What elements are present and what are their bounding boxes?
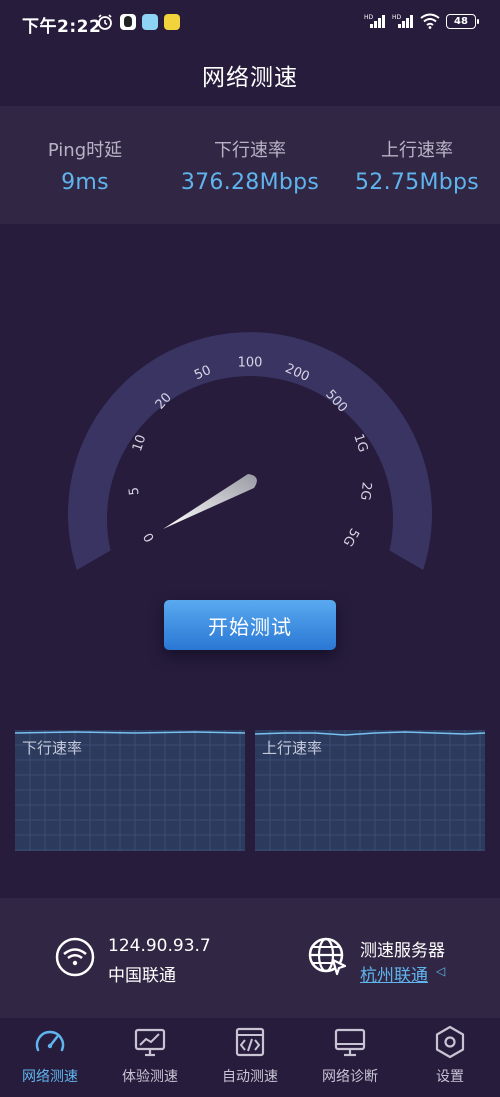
tab-settings[interactable]: 设置 [410,1024,490,1086]
status-bar: 下午2:22 HD HD 48 [0,0,500,46]
app-icon-blue [142,14,158,30]
gauge-tick-label: 5G [339,525,361,548]
svg-text:HD: HD [392,14,402,21]
isp-name: 中国联通 [108,966,176,986]
stats-panel: Ping时延 9ms 下行速率 376.28Mbps 上行速率 52.75Mbp… [0,106,500,224]
upload-chart: 上行速率 [255,730,485,851]
monitor-chart-icon [134,1028,166,1057]
server-name-link[interactable]: 杭州联通 [360,961,428,986]
download-chart-label: 下行速率 [22,739,83,757]
tab-label: 体验测速 [122,1069,178,1085]
upload-label: 上行速率 [381,140,453,161]
notification-icons [96,13,180,31]
tab-auto-speed[interactable]: 自动测速 [210,1024,290,1086]
stat-download: 下行速率 376.28Mbps [165,136,335,195]
upload-chart-label: 上行速率 [262,739,323,757]
status-time: 下午2:22 [22,17,102,37]
speed-gauge: 05102050 100 2005001G2G5G [68,332,433,570]
stat-ping: Ping时延 9ms [0,136,170,195]
server-title: 测速服务器 [360,941,445,961]
ping-value: 9ms [61,170,109,195]
network-info-panel: 124.90.93.7 中国联通 测速服务器 杭州联通 ◁ [0,898,500,1018]
signal-icon-2: HD [392,14,413,28]
system-icons: HD HD 48 [364,13,479,29]
tab-network-speed[interactable]: 网络测速 [10,1024,90,1086]
gauge-tick-label: 2G [357,481,374,501]
gauge-needle [163,474,257,529]
gauge-tick-label: 0 [141,530,158,545]
gauge-tick-label: 5 [127,486,143,496]
svg-text:HD: HD [364,14,374,21]
gauge-tick-label: 100 [238,356,263,371]
stat-upload: 上行速率 52.75Mbps [332,136,500,195]
tab-network-diagnosis[interactable]: 网络诊断 [310,1024,390,1086]
gauge-icon [35,1030,65,1052]
app-icon-yellow [164,14,180,30]
battery-indicator: 48 [446,13,479,29]
signal-icon: HD [364,14,385,28]
page-title: 网络测速 [202,65,298,91]
settings-hexagon-icon [435,1025,465,1059]
bottom-tab-bar: 网络测速 体验测速 自动测速 网络诊断 设置 [0,1018,500,1097]
alarm-icon [98,14,112,30]
server-select-arrow-icon[interactable]: ◁ [436,964,445,978]
tab-label: 自动测速 [222,1069,278,1085]
download-chart-line [15,731,245,734]
tab-label: 网络诊断 [322,1069,378,1085]
wifi-circle-icon [55,937,95,977]
tab-label: 设置 [436,1069,464,1085]
globe-cursor-icon [308,937,347,976]
ip-address: 124.90.93.7 [108,936,211,956]
upload-value: 52.75Mbps [354,170,480,195]
wifi-icon [420,13,440,29]
ping-label: Ping时延 [47,140,123,161]
tab-label: 网络测速 [22,1069,78,1085]
start-test-button[interactable]: 开始测试 [164,600,336,650]
qq-app-icon [120,14,136,30]
code-window-icon [235,1027,265,1057]
download-label: 下行速率 [214,140,286,161]
tab-experience-speed[interactable]: 体验测速 [110,1024,190,1086]
computer-icon [334,1028,366,1057]
download-chart: 下行速率 [15,730,245,851]
download-value: 376.28Mbps [180,170,320,195]
